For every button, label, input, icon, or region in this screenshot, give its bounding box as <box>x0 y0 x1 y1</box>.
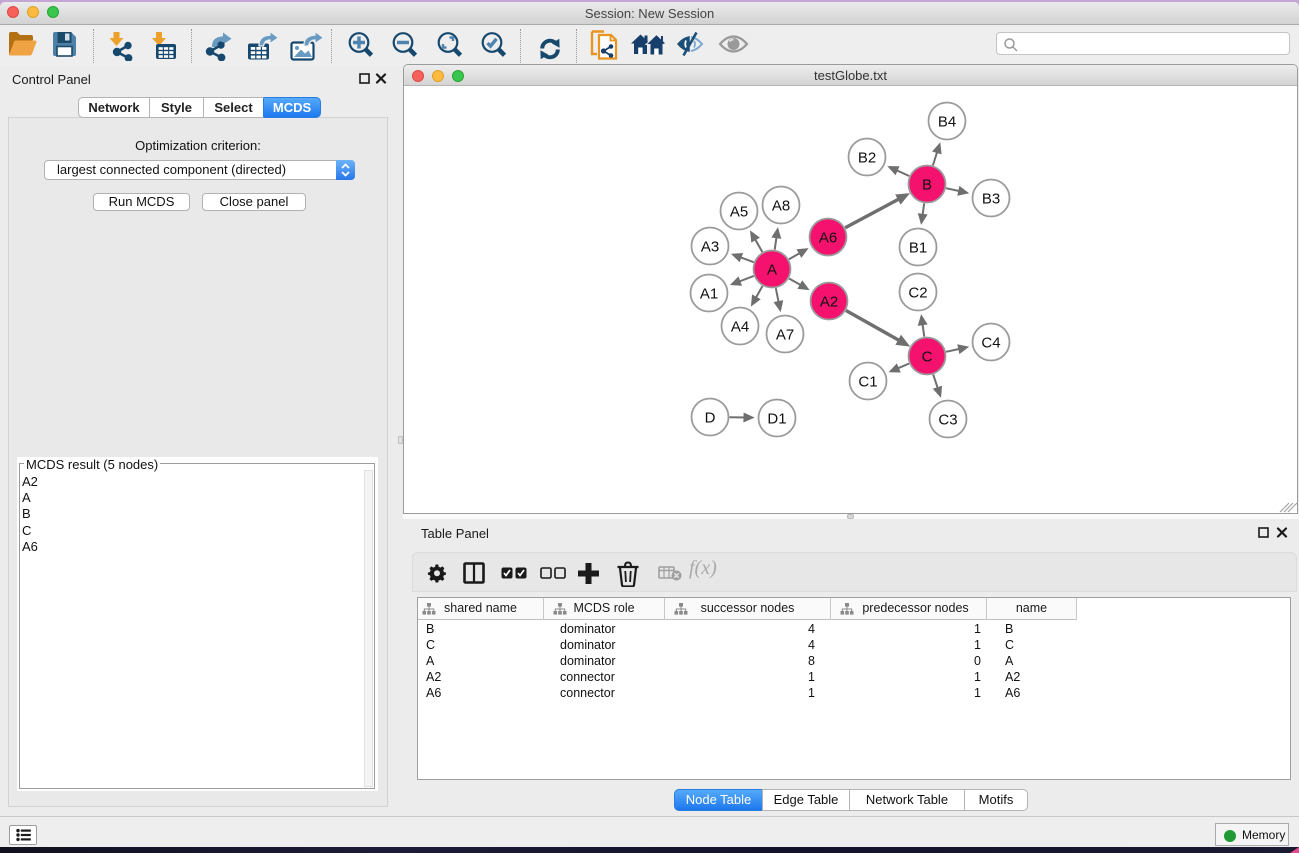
svg-text:C1: C1 <box>858 374 877 391</box>
svg-text:B2: B2 <box>858 150 876 167</box>
svg-text:C: C <box>922 349 933 366</box>
svg-text:A3: A3 <box>701 239 719 256</box>
svg-text:A8: A8 <box>772 198 790 215</box>
svg-text:B3: B3 <box>982 191 1000 208</box>
svg-text:A6: A6 <box>819 230 837 247</box>
svg-text:C4: C4 <box>981 335 1000 352</box>
svg-text:B4: B4 <box>938 114 956 131</box>
svg-text:A4: A4 <box>731 319 749 336</box>
svg-text:B1: B1 <box>909 240 927 257</box>
svg-text:A7: A7 <box>776 327 794 344</box>
svg-text:A1: A1 <box>700 286 718 303</box>
svg-text:B: B <box>922 177 932 194</box>
svg-text:A5: A5 <box>730 204 748 221</box>
svg-text:D1: D1 <box>767 411 786 428</box>
svg-text:C2: C2 <box>908 285 927 302</box>
svg-text:C3: C3 <box>938 412 957 429</box>
svg-text:D: D <box>705 410 716 427</box>
svg-text:A2: A2 <box>820 294 838 311</box>
svg-text:A: A <box>767 262 777 279</box>
